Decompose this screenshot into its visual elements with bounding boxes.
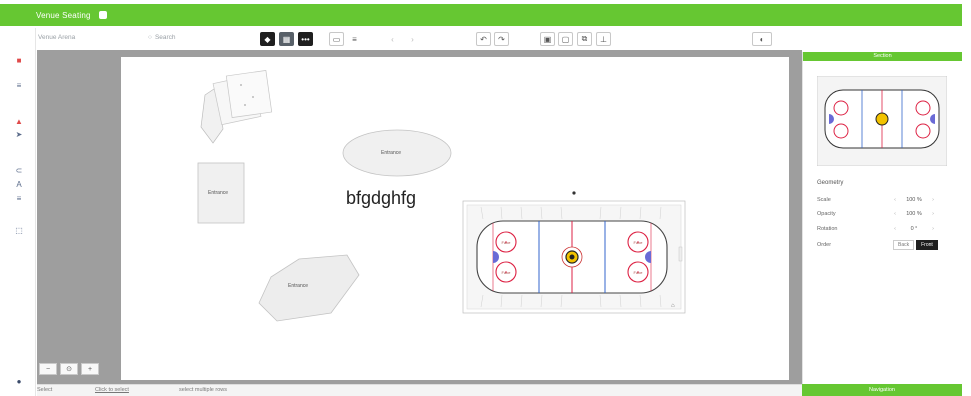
help-icon[interactable]: ●	[14, 376, 24, 386]
venue-name[interactable]: Venue Arena	[38, 34, 75, 41]
pentagon-shape-label: Entrance	[288, 283, 309, 289]
pointer-icon[interactable]: ➤	[14, 129, 24, 139]
tag-icon: ◆	[264, 34, 271, 44]
select-icon[interactable]: ⬚	[14, 225, 24, 235]
title-bar: Venue Seating	[0, 4, 962, 26]
minimap-preview[interactable]	[817, 76, 947, 166]
rotation-value[interactable]: 0 °	[899, 226, 929, 232]
faceoff-label-3: Face	[634, 240, 644, 245]
pin-icon[interactable]: ▲	[14, 116, 24, 126]
lock-icon[interactable]	[98, 11, 107, 19]
grid-icon: ▦	[282, 34, 291, 44]
link-icon[interactable]: ⊂	[14, 165, 24, 175]
canvas-drawing: Face Face Face Face ⌂	[197, 70, 686, 322]
rotation-row: Rotation ‹ 0 ° ›	[817, 224, 957, 234]
faceoff-label-4: Face	[634, 270, 644, 275]
undo-icon: ↶	[480, 34, 487, 44]
ellipsis-icon: •••	[301, 34, 310, 44]
align-left-icon: ▭	[332, 34, 341, 44]
text-icon[interactable]: A	[14, 179, 24, 189]
navigation-footer[interactable]: Navigation	[802, 384, 962, 396]
send-back-button[interactable]: Back	[893, 240, 915, 250]
entrance-pentagon-shape[interactable]	[258, 254, 360, 322]
opacity-row: Opacity ‹ 100 % ›	[817, 209, 957, 219]
zoom-controls: − ⊙ +	[39, 363, 99, 375]
faceoff-label-1: Face	[502, 240, 512, 245]
bring-front-button[interactable]: Front	[916, 240, 938, 250]
workspace: Face Face Face Face ⌂ Entrance Entrance …	[37, 50, 802, 384]
paste-button[interactable]: ▢	[558, 32, 573, 46]
arrow-left-icon: ‹	[391, 34, 394, 44]
duplicate-button[interactable]: ⧉	[577, 32, 592, 46]
search-field[interactable]: ○ Search	[148, 34, 176, 41]
zoom-out-button[interactable]: −	[39, 363, 57, 375]
preview-icon: ◐	[759, 34, 765, 44]
opacity-label: Opacity	[817, 211, 836, 217]
align-left-button[interactable]: ▭	[329, 32, 344, 46]
left-toolbar: ■ ≡ ▲ ➤ ⊂ A ≡ ⬚ ●	[0, 28, 36, 396]
zoom-in-button[interactable]: +	[81, 363, 99, 375]
order-row: Order Back Front	[817, 240, 957, 250]
order-label: Order	[817, 242, 832, 248]
canvas[interactable]: Face Face Face Face ⌂ Entrance Entrance …	[121, 57, 789, 380]
rotation-label: Rotation	[817, 226, 838, 232]
app-title: Venue Seating	[36, 10, 91, 20]
ellipse-shape-label: Entrance	[381, 150, 402, 156]
status-hint[interactable]: Click to select	[95, 387, 129, 393]
scale-value[interactable]: 100 %	[899, 197, 929, 203]
rect-shape-label: Entrance	[208, 190, 229, 196]
status-mode: Select	[37, 387, 53, 393]
opacity-value[interactable]: 100 %	[899, 211, 929, 217]
canvas-text-object[interactable]: bfgdghfg	[346, 188, 416, 209]
zoom-reset-button[interactable]: ⊙	[60, 363, 78, 375]
search-label: Search	[154, 34, 176, 41]
scale-label: Scale	[817, 197, 831, 203]
delete-icon: ⊥	[600, 34, 607, 44]
duplicate-icon: ⧉	[581, 34, 588, 43]
status-bar: Select Click to select select multiple r…	[37, 384, 802, 396]
scale-decrease-button[interactable]: ‹	[891, 197, 899, 203]
seating-fan-shape[interactable]	[200, 70, 273, 144]
rotation-decrease-button[interactable]: ‹	[891, 226, 899, 232]
arrow-right-icon: ›	[411, 34, 414, 44]
align-center-icon: ≡	[352, 34, 357, 44]
scale-increase-button[interactable]: ›	[929, 197, 937, 203]
more-button[interactable]: •••	[298, 32, 313, 46]
properties-panel: Section Geometry Scale ‹ 100 % › Opacity…	[802, 52, 962, 384]
tag-button[interactable]: ◆	[260, 32, 275, 46]
menu-icon[interactable]: ≡	[14, 80, 24, 90]
shape-icon[interactable]: ■	[14, 55, 24, 65]
grid-button[interactable]: ▦	[279, 32, 294, 46]
delete-button[interactable]: ⊥	[596, 32, 611, 46]
preview-button[interactable]: ◐	[752, 32, 772, 46]
rotation-increase-button[interactable]: ›	[929, 226, 937, 232]
arrow-left-button[interactable]: ‹	[385, 32, 400, 46]
app-window: Venue Seating ⚙ Venue Arena ○ Search ◆ ▦…	[0, 0, 971, 396]
rotate-handle[interactable]	[572, 191, 576, 195]
opacity-decrease-button[interactable]: ‹	[891, 211, 899, 217]
geometry-title: Geometry	[817, 180, 844, 186]
redo-button[interactable]: ↷	[494, 32, 509, 46]
align-center-button[interactable]: ≡	[347, 32, 362, 46]
search-icon: ○	[148, 34, 152, 41]
paste-icon: ▢	[561, 34, 570, 44]
layers-icon[interactable]: ≡	[14, 193, 24, 203]
svg-text:⌂: ⌂	[671, 303, 675, 309]
faceoff-label-2: Face	[502, 270, 512, 275]
redo-icon: ↷	[498, 34, 505, 44]
status-multi: select multiple rows	[179, 387, 227, 393]
toolbar: ⚙ Venue Arena ○ Search ◆ ▦ ••• ▭ ≡ ‹ › ↶…	[16, 28, 962, 50]
hockey-rink[interactable]: Face Face Face Face ⌂	[462, 191, 686, 314]
panel-header: Section	[803, 52, 962, 61]
scale-row: Scale ‹ 100 % ›	[817, 195, 957, 205]
copy-icon: ▣	[543, 34, 552, 44]
arrow-right-button[interactable]: ›	[405, 32, 420, 46]
copy-button[interactable]: ▣	[540, 32, 555, 46]
opacity-increase-button[interactable]: ›	[929, 211, 937, 217]
undo-button[interactable]: ↶	[476, 32, 491, 46]
